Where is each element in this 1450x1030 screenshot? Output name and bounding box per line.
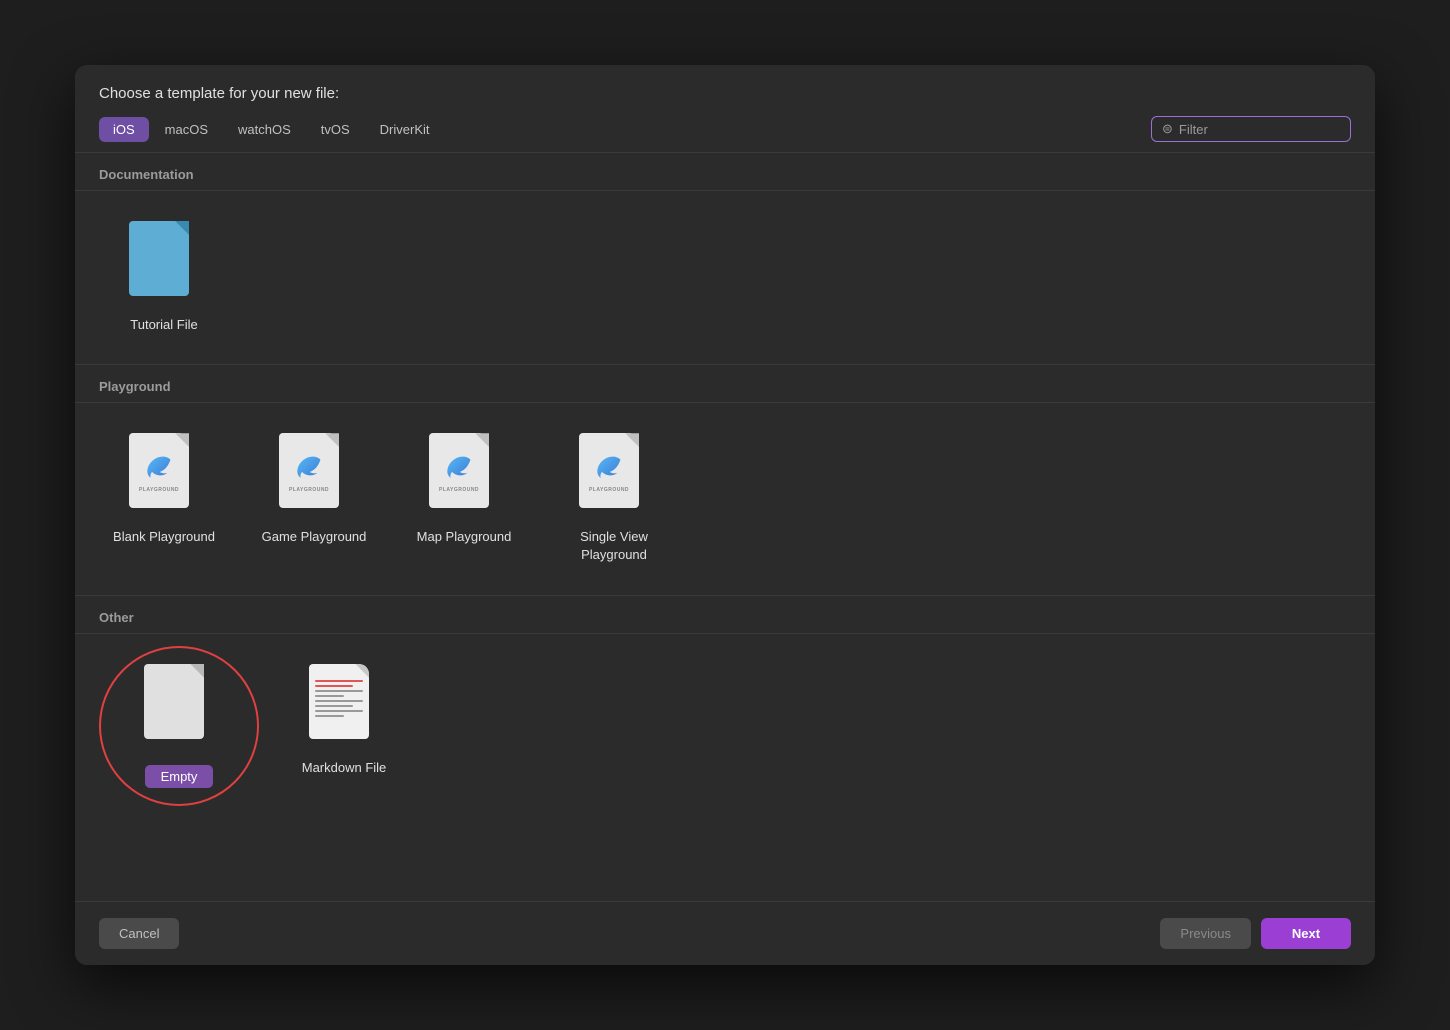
- markdown-line: [315, 710, 363, 712]
- markdown-file-label: Markdown File: [302, 759, 387, 777]
- corner-fold: [625, 433, 639, 447]
- tab-group: iOS macOS watchOS tvOS DriverKit: [99, 117, 1151, 142]
- list-item[interactable]: Tutorial File: [99, 211, 229, 344]
- markdown-lines: [315, 680, 363, 720]
- playground-label: PLAYGROUND: [439, 487, 479, 493]
- playground-label: PLAYGROUND: [589, 487, 629, 493]
- single-view-playground-label: Single View Playground: [559, 528, 669, 564]
- corner-fold: [175, 221, 189, 235]
- list-item[interactable]: PLAYGROUND Game Playground: [249, 423, 379, 574]
- template-dialog: Choose a template for your new file: iOS…: [75, 65, 1375, 965]
- markdown-icon-wrapper: [309, 664, 379, 749]
- tab-macos[interactable]: macOS: [151, 117, 222, 142]
- list-item[interactable]: PLAYGROUND Single View Playground: [549, 423, 679, 574]
- markdown-line: [315, 680, 363, 682]
- corner-fold: [190, 664, 204, 678]
- blank-playground-label: Blank Playground: [113, 528, 215, 546]
- documentation-header: Documentation: [75, 153, 1375, 191]
- tab-bar: iOS macOS watchOS tvOS DriverKit ⊜: [75, 116, 1375, 153]
- single-view-playground-icon-wrapper: PLAYGROUND: [579, 433, 649, 518]
- list-item[interactable]: PLAYGROUND Blank Playground: [99, 423, 229, 574]
- markdown-line: [315, 700, 363, 702]
- other-section: Other Empty: [75, 596, 1375, 818]
- corner-fold: [175, 433, 189, 447]
- playground-label: PLAYGROUND: [139, 487, 179, 493]
- filter-input[interactable]: [1179, 122, 1340, 137]
- swift-logo: [293, 453, 325, 485]
- map-playground-icon-wrapper: PLAYGROUND: [429, 433, 499, 518]
- documentation-section: Documentation Tutorial File: [75, 153, 1375, 365]
- corner-fold: [325, 433, 339, 447]
- footer-right: Previous Next: [1160, 918, 1351, 949]
- tutorial-file-label: Tutorial File: [130, 316, 197, 334]
- list-item[interactable]: Empty: [99, 654, 259, 798]
- game-playground-label: Game Playground: [262, 528, 367, 546]
- tab-watchos[interactable]: watchOS: [224, 117, 305, 142]
- markdown-line: [315, 690, 363, 692]
- dialog-title: Choose a template for your new file:: [75, 65, 1375, 116]
- playground-label: PLAYGROUND: [289, 487, 329, 493]
- tutorial-file-icon-wrapper: [129, 221, 199, 306]
- documentation-items: Tutorial File: [75, 191, 1375, 365]
- swift-logo: [143, 453, 175, 485]
- game-playground-icon-wrapper: PLAYGROUND: [279, 433, 349, 518]
- tab-tvos[interactable]: tvOS: [307, 117, 364, 142]
- swift-logo: [593, 453, 625, 485]
- markdown-line: [315, 715, 344, 717]
- tab-driverkit[interactable]: DriverKit: [366, 117, 444, 142]
- playground-icon: PLAYGROUND: [129, 433, 189, 508]
- markdown-line: [315, 705, 353, 707]
- filter-icon: ⊜: [1162, 121, 1173, 137]
- empty-icon-wrapper: [144, 664, 214, 749]
- playground-icon: PLAYGROUND: [279, 433, 339, 508]
- content-area: Documentation Tutorial File Playground: [75, 153, 1375, 901]
- list-item[interactable]: PLAYGROUND Map Playground: [399, 423, 529, 574]
- playground-icon: PLAYGROUND: [579, 433, 639, 508]
- markdown-file-icon: [309, 664, 369, 739]
- corner-fold: [355, 664, 369, 678]
- cancel-button[interactable]: Cancel: [99, 918, 179, 949]
- swift-logo: [443, 453, 475, 485]
- dialog-footer: Cancel Previous Next: [75, 901, 1375, 965]
- empty-label: Empty: [145, 765, 214, 788]
- empty-file-icon: [144, 664, 204, 739]
- other-header: Other: [75, 596, 1375, 634]
- playground-header: Playground: [75, 365, 1375, 403]
- filter-wrapper: ⊜: [1151, 116, 1351, 142]
- map-playground-label: Map Playground: [417, 528, 512, 546]
- other-items: Empty: [75, 634, 1375, 818]
- tab-ios[interactable]: iOS: [99, 117, 149, 142]
- blank-playground-icon-wrapper: PLAYGROUND: [129, 433, 199, 518]
- next-button[interactable]: Next: [1261, 918, 1351, 949]
- list-item[interactable]: Markdown File: [279, 654, 409, 798]
- markdown-line: [315, 695, 344, 697]
- playground-icon: PLAYGROUND: [429, 433, 489, 508]
- playground-items: PLAYGROUND Blank Playground PLAYGROUND: [75, 403, 1375, 595]
- corner-fold: [475, 433, 489, 447]
- tutorial-icon: [129, 221, 189, 296]
- markdown-line: [315, 685, 353, 687]
- playground-section: Playground: [75, 365, 1375, 595]
- previous-button[interactable]: Previous: [1160, 918, 1251, 949]
